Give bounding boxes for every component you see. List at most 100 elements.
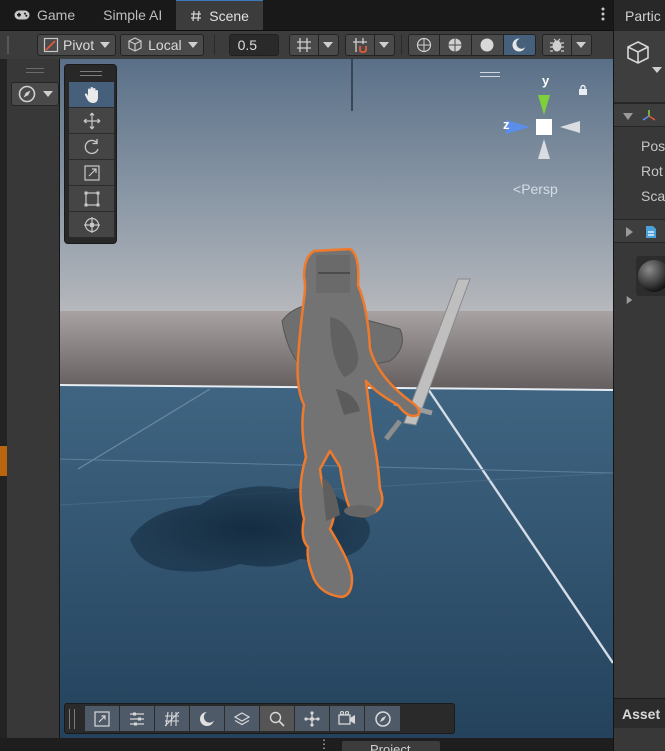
chevron-down-icon[interactable] [652,67,662,73]
shading-unlit-button[interactable] [503,34,536,56]
move-tool-button[interactable] [69,108,114,134]
tools-overlay [64,64,117,244]
rotation-label: Rot [641,163,663,179]
overlay-grip[interactable] [480,72,500,77]
bug-icon [549,38,564,52]
inspector-panel: Partic Pos Rot Sca Asset [613,0,665,751]
view-tool-button[interactable] [69,82,114,108]
material-expand-arrow-icon[interactable] [626,296,633,304]
shading-shaded-wireframe-button[interactable] [439,34,472,56]
chevron-down-icon [576,42,587,48]
shading-shaded-button[interactable] [471,34,504,56]
increment-snap-options-button[interactable] [374,34,395,56]
more-menu-icon[interactable] [601,6,605,26]
rotate-icon [84,138,99,154]
lock-icon[interactable] [578,83,588,98]
space-label: Local [148,37,182,53]
space-dropdown[interactable]: Local [120,34,204,56]
chevron-down-icon [379,42,390,48]
scene-render [60,59,613,738]
assets-panel-header[interactable]: Asset [614,698,665,728]
tab-simple-ai-label: Simple AI [103,6,163,23]
tab-game[interactable]: Game [0,0,89,30]
debug-draw-mode-button[interactable] [541,34,572,56]
material-sphere-icon [638,260,665,292]
rect-transform-icon [84,191,99,206]
snap-increment-field[interactable]: 0.5 [228,34,279,56]
tab-project[interactable]: Project [342,741,440,751]
pivot-icon [43,37,59,53]
scale-icon [83,164,100,181]
tab-game-label: Game [37,6,76,23]
orientation-button[interactable] [365,706,400,731]
compass-icon [18,85,36,103]
tab-simple-ai[interactable]: Simple AI [89,0,176,30]
orientation-dropdown[interactable] [11,82,59,106]
camera-button[interactable] [330,706,365,731]
grid-visibility-button[interactable] [155,706,190,731]
rotate-tool-button[interactable] [69,134,114,160]
toolbar-grip[interactable] [7,36,13,54]
transform-section-header[interactable] [614,103,665,127]
moon-sphere-icon [512,38,527,52]
grid-icon [164,711,180,726]
tab-scene-label: Scene [209,7,249,24]
bottom-panel-strip [0,738,613,751]
transform-tool-button[interactable] [69,212,114,238]
collapse-arrow-icon [623,113,633,120]
grid-snap-icon [296,38,311,52]
chevron-down-icon [100,42,111,48]
position-label: Pos [641,138,665,154]
hand-icon [84,86,98,103]
transform-axes-icon [641,108,657,127]
inspector-tab[interactable]: Partic [614,0,665,31]
toolbar-separator [400,35,402,55]
chevron-down-icon [43,91,53,97]
gizmo-y-label[interactable]: y [542,73,549,88]
chevron-down-icon [323,42,334,48]
scene-viewport[interactable] [60,59,613,738]
shaded-wireframe-sphere-icon [448,38,462,52]
scale-tool-button[interactable] [69,160,114,186]
wireframe-sphere-icon [416,37,431,53]
shading-wireframe-button[interactable] [407,34,440,56]
debug-draw-options-button[interactable] [571,34,592,56]
chevron-down-icon [187,42,198,48]
lighting-toggle-button[interactable] [190,706,225,731]
local-cube-icon [126,36,144,54]
grid-snap-button[interactable] [288,34,319,56]
projection-label: Persp [521,181,558,197]
increment-snap-button[interactable] [344,34,375,56]
persp-chevron-icon: < [513,181,522,197]
grid-snap-options-button[interactable] [318,34,339,56]
left-side-panel [0,59,60,751]
tools-overlay-grip[interactable] [79,71,102,76]
rect-tool-button[interactable] [69,186,114,212]
search-button[interactable] [260,706,295,731]
left-panel-grip[interactable] [26,68,44,73]
components-button[interactable] [295,706,330,731]
video-camera-icon [338,710,355,725]
layers-button[interactable] [225,706,260,731]
resize-icon [94,710,110,727]
view-options-grip[interactable] [69,708,75,729]
projection-toggle[interactable]: <Persp [513,181,558,197]
network-nodes-icon [304,710,320,727]
shaded-sphere-icon [480,38,494,52]
scene-tab-strip: Game Simple AI Scene [0,0,613,31]
sliders-icon [130,712,144,725]
toolbar-separator [213,35,215,55]
tab-scene[interactable]: Scene [176,0,263,30]
tool-settings-button[interactable] [120,706,155,731]
move-arrows-icon [83,112,100,129]
pivot-dropdown[interactable]: Pivot [37,34,117,56]
hash-icon [190,10,202,22]
component-section-header[interactable] [614,219,665,243]
scene-camera-size-button[interactable] [85,706,120,731]
collapsed-panel-indicator[interactable] [0,446,7,476]
gizmo-z-label[interactable]: z [503,117,510,132]
particle-script-icon [643,224,659,243]
bottom-more-menu-icon[interactable]: ⋮ [318,738,330,750]
magnet-snap-icon [352,38,367,53]
material-preview[interactable] [636,256,665,296]
